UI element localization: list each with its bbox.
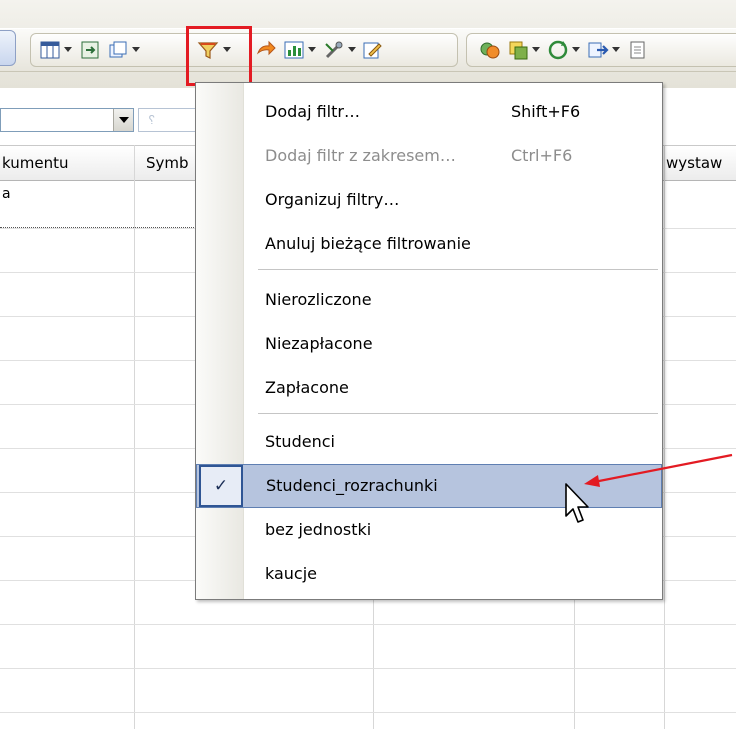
- menu-item-cancel-filtering[interactable]: Anuluj bieżące filtrowanie: [196, 222, 662, 266]
- filter-highlight-box: [186, 26, 252, 86]
- group-icon[interactable]: [478, 38, 502, 62]
- menu-item-label: Anuluj bieżące filtrowanie: [265, 234, 471, 253]
- menu-item-zaplacone[interactable]: Zapłacone: [196, 366, 662, 410]
- menu-item-kaucje[interactable]: kaucje: [196, 552, 662, 596]
- export-icon[interactable]: [78, 38, 102, 62]
- column-selector[interactable]: [0, 108, 134, 132]
- menu-item-label: Zapłacone: [265, 378, 349, 397]
- chevron-down-icon[interactable]: [572, 47, 580, 53]
- menu-separator: [258, 269, 658, 270]
- chevron-down-icon[interactable]: [532, 47, 540, 53]
- grid-row-line: [0, 712, 736, 713]
- menu-item-nierozliczone[interactable]: Nierozliczone: [196, 278, 662, 322]
- chevron-down-icon[interactable]: [348, 47, 356, 53]
- toolbar-grip[interactable]: [0, 30, 16, 66]
- menu-item-label: Studenci: [265, 432, 335, 451]
- menu-item-shortcut: Shift+F6: [511, 102, 581, 121]
- chart-icon[interactable]: [282, 38, 306, 62]
- grid-row-line: [0, 668, 736, 669]
- menu-item-add-range-filter[interactable]: Dodaj filtr z zakresem… Ctrl+F6: [196, 134, 662, 178]
- chevron-down-icon[interactable]: [308, 47, 316, 53]
- grid-column-divider: [664, 145, 665, 729]
- forward-icon[interactable]: [586, 38, 610, 62]
- menu-item-organize-filters[interactable]: Organizuj filtry…: [196, 178, 662, 222]
- stack-icon[interactable]: [506, 38, 530, 62]
- tools-icon[interactable]: [322, 38, 346, 62]
- menu-item-label: Organizuj filtry…: [265, 190, 400, 209]
- menu-item-shortcut: Ctrl+F6: [511, 146, 573, 165]
- chevron-down-icon[interactable]: [132, 47, 140, 53]
- chevron-down-icon[interactable]: [612, 47, 620, 53]
- menu-item-label: Studenci_rozrachunki: [266, 476, 438, 495]
- chevron-down-icon[interactable]: [113, 109, 133, 131]
- menu-separator: [258, 413, 658, 414]
- doc-icon[interactable]: [626, 38, 650, 62]
- grid-cell[interactable]: a: [2, 186, 11, 202]
- menu-item-label: Dodaj filtr z zakresem…: [265, 146, 456, 165]
- column-header-wystaw[interactable]: wystaw: [666, 145, 736, 181]
- edit-icon[interactable]: [360, 38, 384, 62]
- check-icon: ✓: [199, 465, 243, 507]
- columns-icon[interactable]: [38, 38, 62, 62]
- menu-item-label: kaucje: [265, 564, 318, 583]
- column-header-kumentu[interactable]: kumentu: [2, 145, 132, 181]
- menu-item-add-filter[interactable]: Dodaj filtr… Shift+F6: [196, 90, 662, 134]
- refresh-icon[interactable]: [546, 38, 570, 62]
- copy-icon[interactable]: [106, 38, 130, 62]
- menu-item-label: Dodaj filtr…: [265, 102, 360, 121]
- arrow-icon[interactable]: [254, 38, 278, 62]
- mouse-cursor-icon: [565, 483, 589, 523]
- menu-item-label: Nierozliczone: [265, 290, 372, 309]
- grid-column-divider: [134, 145, 135, 729]
- menu-item-niezaplacone[interactable]: Niezapłacone: [196, 322, 662, 366]
- column-header-symb[interactable]: Symb: [146, 145, 194, 181]
- menu-item-label: Niezapłacone: [265, 334, 373, 353]
- grid-row-line: [0, 624, 736, 625]
- chevron-down-icon[interactable]: [64, 47, 72, 53]
- menu-item-label: bez jednostki: [265, 520, 372, 539]
